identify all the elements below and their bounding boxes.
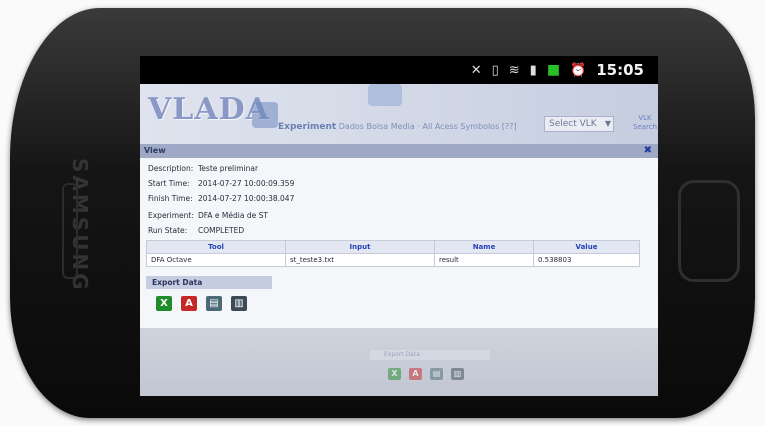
detail-description: Description: Teste preliminar: [148, 164, 259, 173]
side-button: [62, 183, 78, 279]
table-header-row: Tool Input Name Value: [146, 240, 640, 254]
export-data-header: Export Data: [146, 276, 272, 289]
phone-body: SAMSUNG ✕ ▯ ≋ ▮ ■ ⏰ 15:05 VLADA Experime…: [10, 8, 755, 418]
background-page: Export Data X A ▤ ▥: [140, 328, 658, 396]
view-panel: Description: Teste preliminar Start Time:…: [140, 158, 658, 328]
excel-icon[interactable]: X: [156, 296, 172, 311]
csv-icon[interactable]: ▤: [206, 296, 222, 311]
column-header[interactable]: Tool: [146, 240, 286, 254]
detail-experiment: Experiment: DFA e Média de ST: [148, 211, 268, 220]
table-cell: DFA Octave: [146, 253, 286, 267]
select-vlk-dropdown[interactable]: Select VLK ▼: [544, 116, 614, 132]
battery-icon: ■: [546, 62, 561, 78]
detail-run-state: Run State: COMPLETED: [148, 226, 245, 235]
table-cell: result: [434, 253, 534, 267]
table-cell: st_teste3.txt: [285, 253, 435, 267]
status-time: 15:05: [596, 61, 644, 79]
csv-icon: ▤: [430, 368, 443, 380]
vibrate-icon: ▯: [491, 62, 499, 78]
xml-icon: ▥: [451, 368, 464, 380]
detail-start-time: Start Time: 2014-07-27 10:00:09.359: [148, 179, 295, 188]
signal-icon: ▮: [529, 62, 537, 78]
pdf-icon[interactable]: A: [181, 296, 197, 311]
experiment-label: Experiment: [278, 122, 337, 132]
detail-finish-time: Finish Time: 2014-07-27 10:00:38.047: [148, 194, 295, 203]
xml-icon[interactable]: ▥: [231, 296, 247, 311]
alarm-icon: ⏰: [570, 62, 587, 78]
pdf-icon: A: [409, 368, 422, 380]
mute-icon: ✕: [470, 62, 482, 78]
home-button[interactable]: [678, 180, 740, 282]
excel-icon: X: [388, 368, 401, 380]
view-title-bar: View ✖: [140, 144, 658, 158]
column-header[interactable]: Name: [434, 240, 534, 254]
close-icon[interactable]: ✖: [644, 144, 652, 158]
status-bar: ✕ ▯ ≋ ▮ ■ ⏰ 15:05: [140, 56, 658, 84]
network-graphic-icon: [368, 84, 402, 106]
table-row[interactable]: DFA Octave st_teste3.txt result 0.538803: [146, 253, 640, 267]
vlk-search-link[interactable]: VLK Search: [632, 114, 658, 132]
logo-graphic-icon: [252, 102, 278, 128]
experiment-text: Dados Bolsa Media · All Acess Symbolos […: [338, 122, 517, 131]
select-vlk-value: Select VLK: [549, 119, 597, 129]
background-export-header: Export Data: [370, 350, 490, 360]
export-icons: X A ▤ ▥: [156, 296, 247, 311]
column-header[interactable]: Value: [533, 240, 640, 254]
column-header[interactable]: Input: [285, 240, 435, 254]
screen: ✕ ▯ ≋ ▮ ■ ⏰ 15:05 VLADA Experiment Dados…: [140, 56, 658, 396]
results-table: Tool Input Name Value DFA Octave st_test…: [146, 240, 640, 267]
background-export-icons: X A ▤ ▥: [388, 368, 464, 380]
table-cell: 0.538803: [533, 253, 640, 267]
wifi-icon: ≋: [508, 62, 520, 78]
chevron-down-icon: ▼: [604, 119, 611, 128]
experiment-line: Experiment Dados Bolsa Media · All Acess…: [278, 122, 517, 132]
view-title: View: [144, 146, 166, 155]
app-header: VLADA Experiment Dados Bolsa Media · All…: [140, 84, 658, 146]
